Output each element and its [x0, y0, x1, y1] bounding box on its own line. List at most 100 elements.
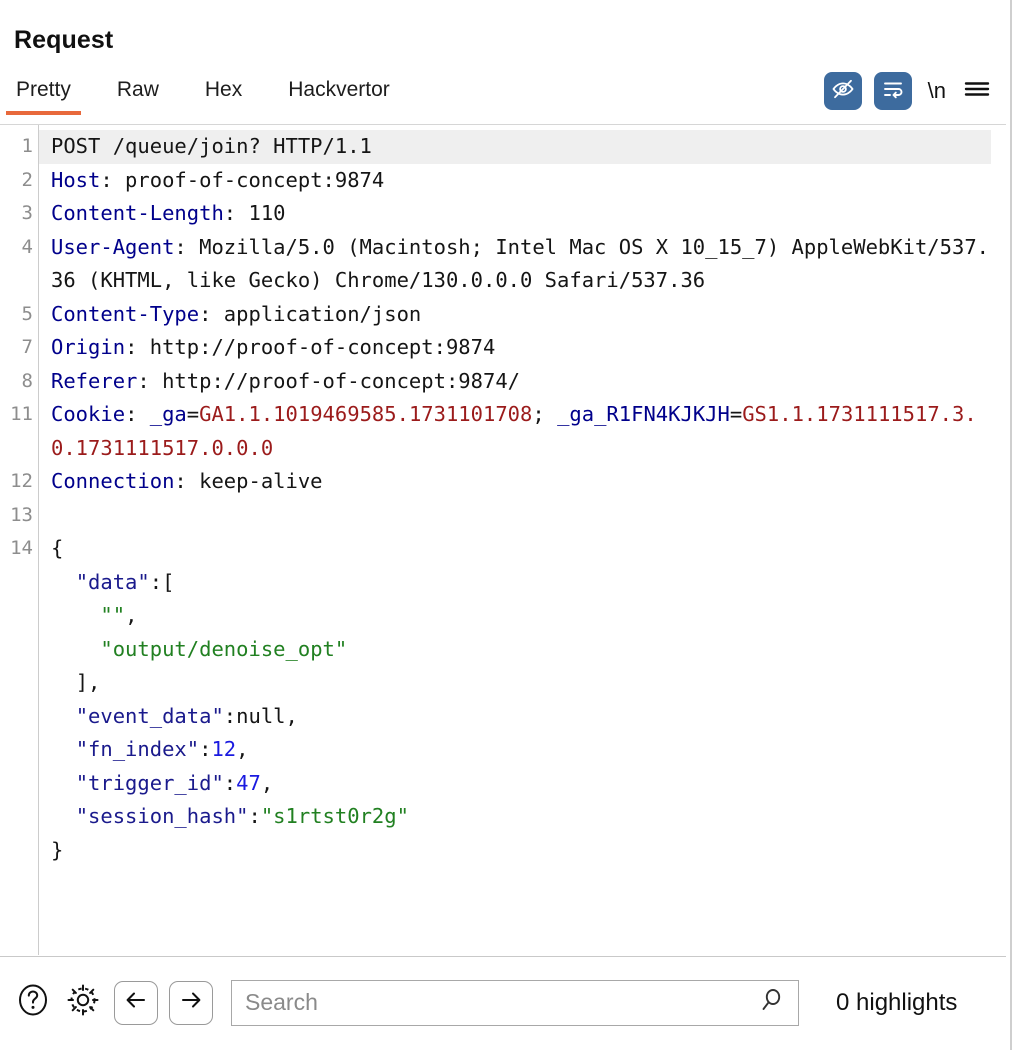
line-content[interactable]: Connection: keep-alive: [39, 465, 991, 499]
token-val: POST /queue/join? HTTP/1.1: [51, 134, 372, 158]
token-jnum: 12: [211, 737, 237, 761]
code-line[interactable]: 7 Origin: http://proof-of-concept:9874: [0, 331, 1006, 365]
hide-headers-button[interactable]: [823, 72, 862, 110]
search-previous-button[interactable]: [114, 980, 158, 1025]
line-number: 4: [21, 235, 33, 258]
line-content[interactable]: Cookie: _ga=GA1.1.1019469585.1731101708;…: [39, 398, 991, 465]
token-hdr: Referer: [51, 368, 138, 393]
line-content[interactable]: Referer: http://proof-of-concept:9874/: [39, 365, 991, 399]
token-val: : application/json: [199, 301, 422, 326]
highlight-count: 0 highlights: [836, 988, 958, 1016]
code-line[interactable]: 12 Connection: keep-alive: [0, 465, 1006, 499]
line-number: 3: [21, 202, 33, 224]
line-content[interactable]: Content-Length: 110: [39, 197, 991, 231]
code-line[interactable]: "output/denoise_opt": [0, 633, 1006, 667]
line-content[interactable]: Origin: http://proof-of-concept:9874: [39, 331, 991, 365]
line-content[interactable]: "session_hash":"s1rtst0r2g": [39, 800, 991, 834]
token-hdr: Content-Type: [51, 301, 200, 326]
token-ckn: _ga: [149, 402, 187, 426]
line-content[interactable]: Host: proof-of-concept:9874: [39, 164, 991, 198]
token-val: : proof-of-concept:9874: [100, 167, 385, 192]
token-jstr: "": [100, 603, 126, 627]
tab-list: Pretty Raw Hex Hackvertor: [0, 76, 434, 115]
line-number: 7: [21, 336, 33, 358]
line-content[interactable]: User-Agent: Mozilla/5.0 (Macintosh; Inte…: [39, 231, 991, 298]
line-content[interactable]: "output/denoise_opt": [39, 633, 991, 667]
code-line[interactable]: "data":[: [0, 566, 1006, 600]
hamburger-menu-button[interactable]: [962, 77, 992, 106]
token-jpun: ,: [125, 603, 138, 627]
help-button[interactable]: [14, 981, 52, 1024]
code-line[interactable]: ],: [0, 666, 1006, 700]
token-jpun: :: [223, 770, 237, 795]
code-line[interactable]: "trigger_id":47,: [0, 767, 1006, 801]
code-line[interactable]: 2 Host: proof-of-concept:9874: [0, 164, 1006, 198]
line-content[interactable]: Content-Type: application/json: [39, 298, 991, 332]
token-val: : 110: [223, 201, 286, 225]
code-line[interactable]: 3 Content-Length: 110: [0, 197, 1006, 231]
token-jpun: :: [199, 737, 212, 761]
code-line[interactable]: "",: [0, 599, 1006, 633]
line-content[interactable]: {: [39, 532, 991, 566]
code-line[interactable]: "fn_index":12,: [0, 733, 1006, 767]
token-jkey: "session_hash": [75, 804, 249, 828]
token-val: : keep-alive: [174, 469, 323, 493]
token-hdr: User-Agent: [51, 234, 175, 259]
code-line[interactable]: 4 User-Agent: Mozilla/5.0 (Macintosh; Int…: [0, 231, 1006, 298]
settings-button[interactable]: [63, 980, 103, 1025]
tab-raw[interactable]: Raw: [115, 76, 181, 115]
line-content[interactable]: POST /queue/join? HTTP/1.1: [39, 130, 991, 164]
token-jpun: [51, 637, 100, 661]
code-line[interactable]: 13: [0, 499, 1006, 533]
line-content[interactable]: "fn_index":12,: [39, 733, 991, 767]
token-jnum: 47: [236, 770, 261, 795]
token-val: : Mozilla/5.0 (Macintosh; Intel Mac OS X…: [51, 234, 989, 293]
line-content[interactable]: "trigger_id":47,: [39, 767, 991, 801]
token-jpun: ,: [260, 770, 274, 795]
search-next-button[interactable]: [169, 980, 213, 1025]
line-content[interactable]: "data":[: [39, 566, 991, 600]
token-hdr: Connection: [51, 469, 175, 493]
token-val: ;: [532, 402, 558, 426]
newline-toggle[interactable]: \n: [924, 78, 950, 104]
code-line[interactable]: 1 POST /queue/join? HTTP/1.1: [0, 130, 1006, 164]
token-jpun: :: [248, 804, 261, 828]
token-jstr: "output/denoise_opt": [100, 636, 348, 661]
search-input[interactable]: Search: [232, 989, 318, 1016]
tab-label: Raw: [116, 78, 159, 101]
token-jpun: {: [51, 536, 64, 560]
token-jpun: ],: [51, 670, 101, 694]
request-editor[interactable]: 1 POST /queue/join? HTTP/1.1 2 Host: proof-…: [0, 124, 1006, 955]
tab-active-underline: [6, 111, 81, 115]
token-jpun: }: [51, 837, 64, 862]
token-val: :: [125, 402, 150, 426]
code-area[interactable]: 1 POST /queue/join? HTTP/1.1 2 Host: proof-…: [0, 130, 1006, 867]
token-jpun: [51, 603, 100, 627]
token-hdr: Content-Length: [51, 201, 224, 225]
tab-label: Hackvertor: [288, 78, 390, 101]
line-content[interactable]: "",: [39, 599, 991, 633]
code-line[interactable]: }: [0, 834, 1006, 868]
token-val: =: [729, 402, 743, 426]
help-circle-icon: [14, 981, 52, 1024]
token-hdr: Origin: [51, 335, 126, 359]
line-content[interactable]: "event_data":null,: [39, 700, 991, 734]
line-content[interactable]: }: [39, 834, 991, 868]
line-number: 1: [21, 135, 33, 157]
tab-label: Hex: [204, 78, 243, 101]
code-line[interactable]: 14 {: [0, 532, 1006, 566]
token-ckn: _ga_R1FN4KJKJH: [557, 402, 730, 426]
word-wrap-button[interactable]: [873, 72, 912, 110]
tab-pretty[interactable]: Pretty: [6, 76, 93, 115]
token-jpun: [51, 804, 76, 828]
code-line[interactable]: 8 Referer: http://proof-of-concept:9874/: [0, 365, 1006, 399]
line-content[interactable]: ],: [39, 666, 991, 700]
tab-hex[interactable]: Hex: [203, 76, 264, 115]
code-line[interactable]: "event_data":null,: [0, 700, 1006, 734]
search-field[interactable]: Search: [231, 979, 799, 1026]
code-line[interactable]: 5 Content-Type: application/json: [0, 298, 1006, 332]
token-jpun: [51, 570, 76, 594]
tab-hackvertor[interactable]: Hackvertor: [286, 76, 412, 115]
code-line[interactable]: 11 Cookie: _ga=GA1.1.1019469585.173110170…: [0, 398, 1006, 465]
code-line[interactable]: "session_hash":"s1rtst0r2g": [0, 800, 1006, 834]
